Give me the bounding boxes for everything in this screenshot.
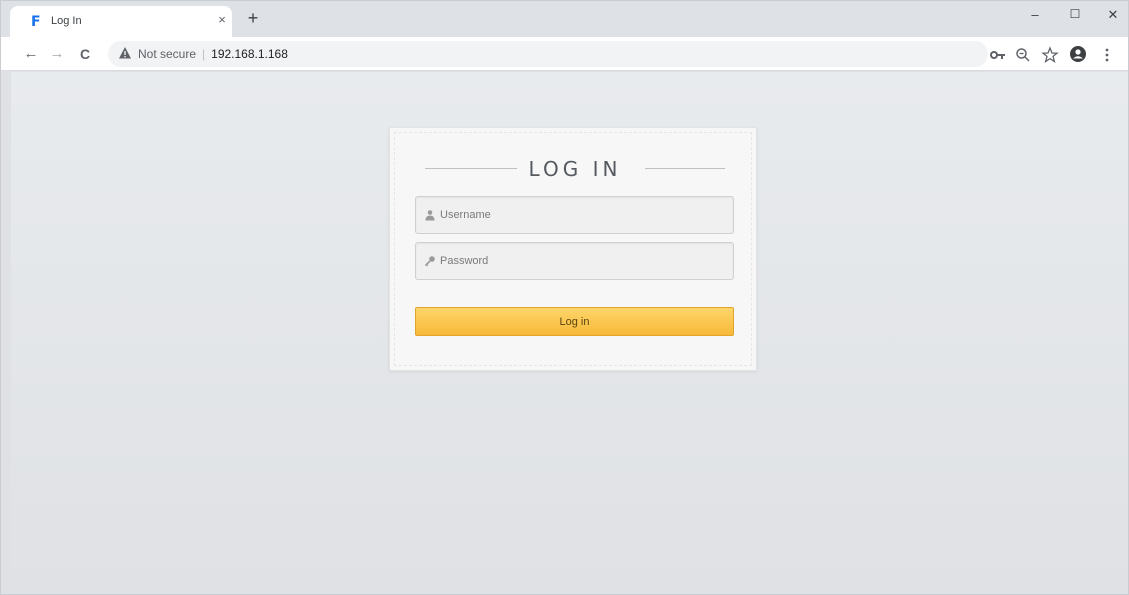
- minimize-icon[interactable]: –: [1025, 7, 1045, 22]
- heading-divider-right: [645, 168, 725, 169]
- zoom-icon[interactable]: [1014, 46, 1032, 64]
- password-input[interactable]: [440, 243, 730, 279]
- address-text: Not secure | 192.168.1.168: [138, 47, 288, 61]
- browser-window: F Log In × + – ☐ ✕ ← → C Not secure | 192.…: [0, 0, 1129, 595]
- password-field[interactable]: [415, 242, 734, 280]
- login-title: LOG IN: [528, 157, 622, 181]
- close-window-icon[interactable]: ✕: [1103, 7, 1123, 23]
- key-icon[interactable]: [989, 46, 1007, 64]
- login-button[interactable]: Log in: [415, 307, 734, 336]
- tab-log-in[interactable]: F Log In ×: [10, 6, 232, 37]
- key-icon: [424, 256, 435, 267]
- reload-icon[interactable]: C: [75, 45, 95, 63]
- tab-close-icon[interactable]: ×: [214, 12, 230, 27]
- url-text: 192.168.1.168: [211, 47, 288, 61]
- browser-toolbar: ← → C Not secure | 192.168.1.168: [1, 37, 1128, 71]
- forward-arrow-icon[interactable]: →: [47, 45, 67, 63]
- address-bar[interactable]: Not secure | 192.168.1.168: [108, 41, 988, 67]
- user-icon: [425, 210, 435, 221]
- address-separator: |: [202, 47, 206, 61]
- menu-icon[interactable]: [1098, 46, 1116, 64]
- favicon-icon: F: [31, 14, 41, 30]
- login-card-inner: LOG IN Username Log in: [394, 132, 752, 366]
- maximize-icon[interactable]: ☐: [1065, 7, 1085, 21]
- tab-title: Log In: [51, 15, 82, 27]
- login-card: LOG IN Username Log in: [389, 127, 757, 371]
- warning-icon: [119, 47, 131, 59]
- username-field[interactable]: [415, 196, 734, 234]
- page-content: LOG IN Username Log in: [11, 72, 1128, 594]
- back-arrow-icon[interactable]: ←: [21, 45, 41, 63]
- tab-strip: F Log In × + – ☐ ✕: [1, 1, 1128, 37]
- star-icon[interactable]: [1041, 46, 1059, 64]
- profile-icon[interactable]: [1069, 45, 1087, 63]
- login-heading-row: LOG IN: [395, 157, 755, 181]
- new-tab-button[interactable]: +: [244, 9, 262, 28]
- username-input[interactable]: [440, 197, 730, 233]
- security-label: Not secure: [138, 47, 197, 61]
